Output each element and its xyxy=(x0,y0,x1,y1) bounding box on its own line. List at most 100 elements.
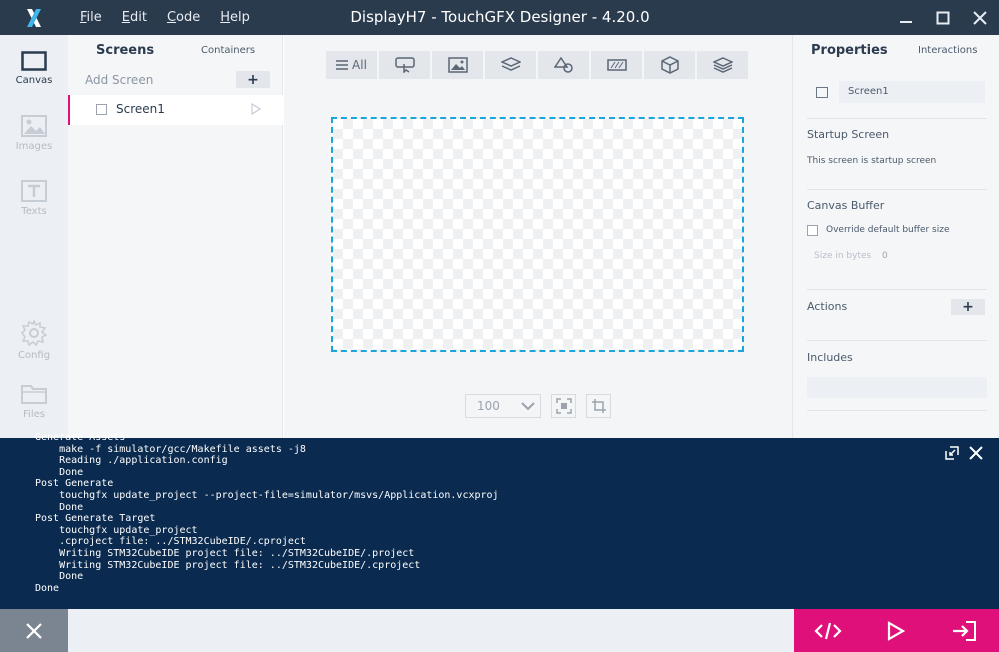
text-icon xyxy=(21,179,47,202)
menu-file[interactable]: File xyxy=(80,10,102,25)
filter-containers-button[interactable] xyxy=(485,51,536,79)
screen-type-icon xyxy=(816,87,828,98)
screen-name-field[interactable]: Screen1 xyxy=(839,81,985,103)
menu-edit-label: dit xyxy=(130,10,147,25)
properties-panel: Properties Interactions Screen1 Startup … xyxy=(792,35,999,438)
crop-icon xyxy=(591,399,606,413)
play-icon[interactable] xyxy=(251,103,261,115)
close-console-button[interactable] xyxy=(965,445,987,461)
menu-help[interactable]: Help xyxy=(220,10,250,25)
run-simulator-button[interactable] xyxy=(862,609,930,652)
left-navigation: Canvas Images Texts Config Files xyxy=(0,35,68,438)
screens-panel-tabs: Screens Containers xyxy=(68,35,283,67)
divider xyxy=(807,118,987,119)
nav-files-label: Files xyxy=(23,408,45,420)
close-log-button[interactable] xyxy=(0,609,68,652)
nav-canvas[interactable]: Canvas xyxy=(0,38,68,98)
run-actions xyxy=(794,609,999,652)
log-line: Done xyxy=(35,571,84,583)
menu-help-label: elp xyxy=(230,10,250,25)
log-output: Generate Assets make -f simulator/gcc/Ma… xyxy=(35,432,499,594)
filter-progress-button[interactable] xyxy=(591,51,642,79)
log-line: touchgfx update_project --project-file=s… xyxy=(35,489,499,501)
menu-bar: File Edit Code Help xyxy=(70,0,260,35)
size-in-bytes-label: Size in bytes xyxy=(814,251,872,261)
canvas-icon xyxy=(21,50,47,71)
startup-screen-heading: Startup Screen xyxy=(807,128,890,141)
includes-field[interactable] xyxy=(807,377,987,398)
add-action-button[interactable]: + xyxy=(951,299,985,315)
image-widget-icon xyxy=(447,57,468,73)
close-button[interactable] xyxy=(962,0,998,35)
includes-heading: Includes xyxy=(807,351,853,364)
chevron-down-icon xyxy=(521,402,535,411)
nav-images[interactable]: Images xyxy=(0,103,68,163)
log-line: Writing STM32CubeIDE project file: ../ST… xyxy=(35,547,415,559)
maximize-button[interactable] xyxy=(925,0,961,35)
close-icon xyxy=(26,622,42,639)
actions-heading: Actions xyxy=(807,300,848,313)
code-icon xyxy=(814,622,842,639)
nav-canvas-label: Canvas xyxy=(15,74,53,86)
canvas-area: All 100 xyxy=(284,35,792,438)
filter-shapes-button[interactable] xyxy=(538,51,589,79)
canvas-buffer-heading: Canvas Buffer xyxy=(807,199,885,212)
log-line: Post Generate xyxy=(35,478,114,490)
divider xyxy=(807,289,987,290)
close-icon xyxy=(973,10,987,25)
log-console: Generate Assets make -f simulator/gcc/Ma… xyxy=(0,432,999,609)
override-buffer-checkbox[interactable] xyxy=(807,225,818,236)
console-controls xyxy=(939,445,987,461)
menu-edit[interactable]: Edit xyxy=(122,10,147,25)
image-icon xyxy=(21,114,47,137)
log-line: .cproject file: ../STM32CubeIDE/.cprojec… xyxy=(35,536,306,548)
nav-config[interactable]: Config xyxy=(0,310,68,370)
generate-code-button[interactable] xyxy=(794,609,862,652)
override-buffer-label: Override default buffer size xyxy=(826,225,950,235)
run-target-button[interactable] xyxy=(930,609,998,652)
log-line: Reading ./application.config xyxy=(35,455,228,467)
bottom-bar xyxy=(0,609,999,652)
tab-screens[interactable]: Screens xyxy=(96,43,154,58)
zoom-select[interactable]: 100 xyxy=(465,394,541,418)
widget-filter-toolbar: All xyxy=(326,51,748,79)
divider xyxy=(807,410,987,411)
nav-images-label: Images xyxy=(15,140,53,152)
log-line: Writing STM32CubeIDE project file: ../ST… xyxy=(35,559,421,571)
progress-icon xyxy=(606,59,627,71)
add-screen-label: Add Screen xyxy=(85,73,154,87)
properties-title[interactable]: Properties xyxy=(811,43,888,58)
screen-canvas[interactable] xyxy=(331,117,744,352)
filter-3d-button[interactable] xyxy=(644,51,695,79)
container-icon xyxy=(500,57,521,71)
crop-button[interactable] xyxy=(586,394,611,418)
menu-code[interactable]: Code xyxy=(167,10,200,25)
enter-target-icon xyxy=(953,620,976,641)
screen-name: Screen1 xyxy=(116,102,165,116)
menu-help-accel: H xyxy=(220,10,231,25)
log-line: touchgfx update_project xyxy=(35,524,198,536)
log-line: Generate Assets xyxy=(35,432,126,443)
log-line: Done xyxy=(35,501,84,513)
nav-files[interactable]: Files xyxy=(0,371,68,431)
shapes-icon xyxy=(553,57,573,73)
filter-all-button[interactable]: All xyxy=(326,51,377,79)
log-line: Done xyxy=(35,582,60,594)
filter-images-button[interactable] xyxy=(432,51,483,79)
nav-texts[interactable]: Texts xyxy=(0,168,68,228)
restore-console-button[interactable] xyxy=(941,445,963,461)
tab-interactions[interactable]: Interactions xyxy=(918,45,977,56)
filter-layers-button[interactable] xyxy=(697,51,748,79)
close-icon xyxy=(969,446,983,460)
minimize-button[interactable] xyxy=(888,0,924,35)
add-screen-button[interactable]: + xyxy=(236,71,270,88)
tab-containers[interactable]: Containers xyxy=(201,45,255,56)
widget-button-icon xyxy=(394,57,415,73)
fit-to-screen-button[interactable] xyxy=(551,394,576,418)
size-in-bytes-value: 0 xyxy=(882,251,888,261)
screen-list-item[interactable]: Screen1 xyxy=(68,95,283,125)
3d-box-icon xyxy=(660,56,679,74)
folder-icon xyxy=(21,384,47,404)
filter-buttons-button[interactable] xyxy=(379,51,430,79)
screen-icon xyxy=(96,104,107,115)
